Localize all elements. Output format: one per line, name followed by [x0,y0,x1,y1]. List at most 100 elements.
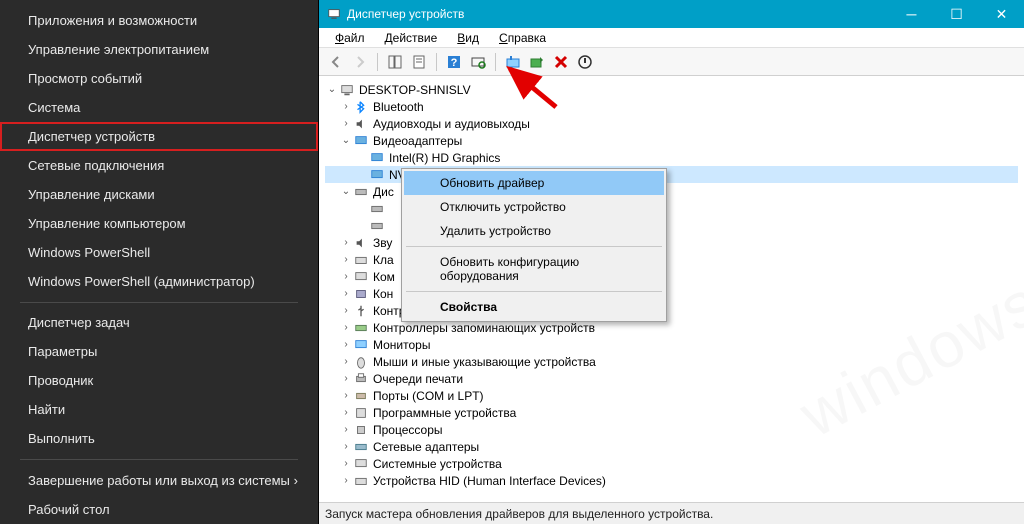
expand-icon[interactable]: › [339,475,353,486]
tree-category[interactable]: ›Процессоры [325,421,1018,438]
menu-disk-management[interactable]: Управление дисками [0,180,318,209]
show-hide-button[interactable] [384,51,406,73]
context-menu: Обновить драйвер Отключить устройство Уд… [401,168,667,322]
collapse-icon[interactable]: ⌄ [339,135,353,146]
menu-powershell[interactable]: Windows PowerShell [0,238,318,267]
tree-category[interactable]: ›Аудиовходы и аудиовыходы [325,115,1018,132]
menu-view[interactable]: Вид [447,29,489,47]
menu-system[interactable]: Система [0,93,318,122]
maximize-button[interactable]: ☐ [934,0,979,28]
menu-computer-management[interactable]: Управление компьютером [0,209,318,238]
storage-controller-icon [353,320,369,336]
hid-icon [353,473,369,489]
tree-category[interactable]: ›Сетевые адаптеры [325,438,1018,455]
processor-icon [353,422,369,438]
disk-icon [369,218,385,234]
enable-device-button[interactable] [526,51,548,73]
collapse-icon[interactable]: ⌄ [339,186,353,197]
menu-run[interactable]: Выполнить [0,424,318,453]
computer-icon [353,269,369,285]
menu-search[interactable]: Найти [0,395,318,424]
display-adapter-icon [369,150,385,166]
bluetooth-icon [353,99,369,115]
tree-category[interactable]: ›Bluetooth [325,98,1018,115]
context-uninstall-device[interactable]: Удалить устройство [404,219,664,243]
computer-icon [339,82,355,98]
menu-file[interactable]: Файл [325,29,375,47]
device-manager-icon [327,7,341,21]
tree-category[interactable]: ›Очереди печати [325,370,1018,387]
expand-icon[interactable]: › [339,407,353,418]
menu-device-manager[interactable]: Диспетчер устройств [0,122,318,151]
tree-root-label: DESKTOP-SHNISLV [359,83,471,97]
audio-icon [353,116,369,132]
expand-icon[interactable]: › [339,339,353,350]
mouse-icon [353,354,369,370]
tree-category[interactable]: ›Программные устройства [325,404,1018,421]
menu-power-options[interactable]: Управление электропитанием [0,35,318,64]
properties-button[interactable] [408,51,430,73]
toolbar: ? [319,48,1024,76]
tree-category[interactable]: ›Порты (COM и LPT) [325,387,1018,404]
menu-event-viewer[interactable]: Просмотр событий [0,64,318,93]
menu-network-connections[interactable]: Сетевые подключения [0,151,318,180]
menu-apps-features[interactable]: Приложения и возможности [0,6,318,35]
disable-device-button[interactable] [574,51,596,73]
titlebar: Диспетчер устройств ─ ☐ ✕ [319,0,1024,28]
collapse-icon[interactable]: ⌄ [325,84,339,95]
window-title: Диспетчер устройств [347,7,889,21]
expand-icon[interactable]: › [339,237,353,248]
keyboard-icon [353,252,369,268]
menu-shutdown-label: Завершение работы или выход из системы [28,473,290,488]
printer-icon [353,371,369,387]
expand-icon[interactable]: › [339,441,353,452]
expand-icon[interactable]: › [339,322,353,333]
tree-device[interactable]: Intel(R) HD Graphics [325,149,1018,166]
context-disable-device[interactable]: Отключить устройство [404,195,664,219]
expand-icon[interactable]: › [339,356,353,367]
disk-icon [353,184,369,200]
minimize-button[interactable]: ─ [889,0,934,28]
usb-icon [353,303,369,319]
context-properties[interactable]: Свойства [404,295,664,319]
tree-root[interactable]: ⌄ DESKTOP-SHNISLV [325,81,1018,98]
expand-icon[interactable]: › [339,118,353,129]
tree-category[interactable]: ›Мониторы [325,336,1018,353]
menu-task-manager[interactable]: Диспетчер задач [0,308,318,337]
menu-powershell-admin[interactable]: Windows PowerShell (администратор) [0,267,318,296]
expand-icon[interactable]: › [339,373,353,384]
system-device-icon [353,456,369,472]
expand-icon[interactable]: › [339,271,353,282]
tree-category[interactable]: ›Системные устройства [325,455,1018,472]
menu-settings[interactable]: Параметры [0,337,318,366]
monitor-icon [353,337,369,353]
forward-button[interactable] [349,51,371,73]
menu-help[interactable]: Справка [489,29,556,47]
scan-hardware-button[interactable] [467,51,489,73]
help-button[interactable]: ? [443,51,465,73]
close-button[interactable]: ✕ [979,0,1024,28]
menu-shutdown[interactable]: Завершение работы или выход из системы › [0,466,318,495]
svg-text:?: ? [451,57,458,69]
uninstall-device-button[interactable] [550,51,572,73]
tree-category-video[interactable]: ⌄Видеоадаптеры [325,132,1018,149]
context-scan-hardware[interactable]: Обновить конфигурацию оборудования [404,250,664,288]
expand-icon[interactable]: › [339,305,353,316]
back-button[interactable] [325,51,347,73]
menu-desktop[interactable]: Рабочий стол [0,495,318,524]
context-update-driver[interactable]: Обновить драйвер [404,171,664,195]
update-driver-button[interactable] [502,51,524,73]
expand-icon[interactable]: › [339,288,353,299]
tree-category[interactable]: ›Мыши и иные указывающие устройства [325,353,1018,370]
separator [20,302,298,303]
expand-icon[interactable]: › [339,458,353,469]
expand-icon[interactable]: › [339,424,353,435]
tree-category[interactable]: ›Устройства HID (Human Interface Devices… [325,472,1018,489]
menu-action[interactable]: Действие [375,29,448,47]
expand-icon[interactable]: › [339,254,353,265]
expand-icon[interactable]: › [339,390,353,401]
expand-icon[interactable]: › [339,101,353,112]
context-separator [406,291,662,292]
chevron-right-icon: › [294,473,298,488]
menu-file-explorer[interactable]: Проводник [0,366,318,395]
